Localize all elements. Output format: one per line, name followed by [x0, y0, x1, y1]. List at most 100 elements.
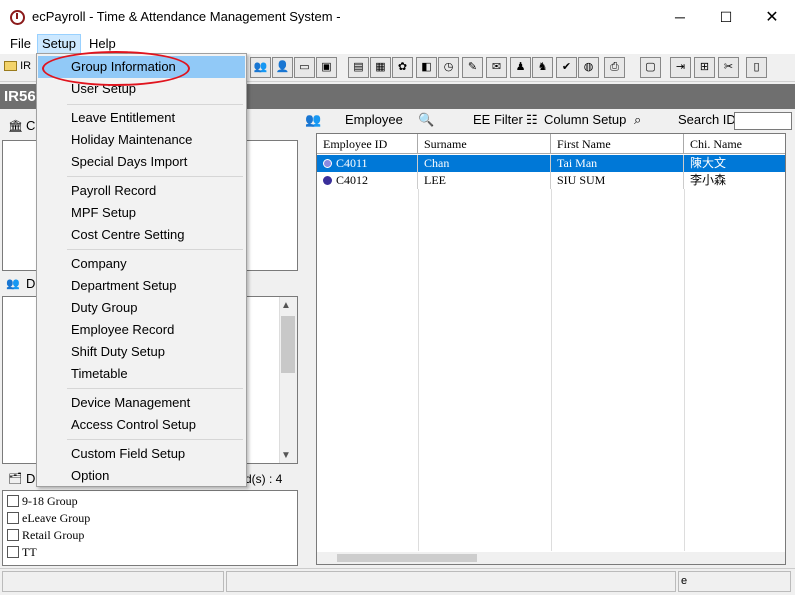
menu-item-custom-field-setup[interactable]: Custom Field Setup [38, 443, 245, 465]
calendar-icon[interactable]: ▦ [370, 57, 391, 78]
menu-item-timetable[interactable]: Timetable [38, 363, 245, 385]
column-divider [551, 189, 552, 551]
checkbox-icon [7, 546, 19, 558]
menu-separator [67, 104, 243, 105]
column-header[interactable]: Surname [418, 134, 551, 154]
tools-icon[interactable]: ✂ [718, 57, 739, 78]
menu-item-duty-group[interactable]: Duty Group [38, 297, 245, 319]
clock-icon[interactable]: ◷ [438, 57, 459, 78]
edit-icon[interactable]: ✎ [462, 57, 483, 78]
column-header[interactable]: First Name [551, 134, 684, 154]
group-list: 9-18 Group eLeave Group Retail Group TT [2, 490, 298, 566]
door-icon[interactable]: ◧ [416, 57, 437, 78]
menu-item-access-control-setup[interactable]: Access Control Setup [38, 414, 245, 436]
menu-item-employee-record[interactable]: Employee Record [38, 319, 245, 341]
menu-separator [67, 249, 243, 250]
grid-header: Employee ID Surname First Name Chi. Name [317, 134, 785, 154]
scroll-up-icon[interactable]: ▲ [281, 300, 291, 311]
band-title: IR56 [4, 88, 36, 105]
check-icon[interactable]: ✔ [556, 57, 577, 78]
menu-item-holiday-maintenance[interactable]: Holiday Maintenance [38, 129, 245, 151]
app-clock-icon [10, 10, 25, 25]
monitor-icon[interactable]: ▢ [640, 57, 661, 78]
table-row[interactable]: C4012 LEE SIU SUM 李小森 [317, 172, 785, 189]
menu-setup[interactable]: Setup [37, 34, 81, 54]
list-item[interactable]: 9-18 Group [7, 494, 78, 509]
menu-item-device-management[interactable]: Device Management [38, 392, 245, 414]
table-row[interactable]: C4011 Chan Tai Man 陳大文 [317, 155, 785, 172]
menu-item-special-days-import[interactable]: Special Days Import [38, 151, 245, 173]
mail-icon[interactable]: ✉ [486, 57, 507, 78]
filter-icon[interactable]: 🔍 [418, 112, 434, 128]
minimize-button[interactable]: ─ [657, 0, 703, 34]
bank-icon: 🏛 [8, 119, 24, 133]
maximize-button[interactable]: ☐ [703, 0, 749, 34]
globe-icon[interactable]: ◍ [578, 57, 599, 78]
menu-file[interactable]: File [6, 34, 35, 54]
duty-icon: 🗂 [8, 473, 22, 485]
person-icon[interactable]: 👤 [272, 57, 293, 78]
person-run-icon[interactable]: ♟ [510, 57, 531, 78]
checkbox-icon [7, 529, 19, 541]
column-header[interactable]: Chi. Name [684, 134, 785, 154]
menu-separator [67, 439, 243, 440]
checkbox-icon [7, 495, 19, 507]
ee-filter-button[interactable]: EE Filter [473, 112, 523, 127]
scroll-down-icon[interactable]: ▼ [281, 450, 291, 461]
company-panel-title: C [26, 118, 36, 133]
checkbox-icon [7, 512, 19, 524]
menu-item-cost-centre-setting[interactable]: Cost Centre Setting [38, 224, 245, 246]
toolbar-folder-label: IR [20, 60, 32, 72]
list-item[interactable]: Retail Group [7, 528, 84, 543]
toolbar-folder-button[interactable]: IR [4, 57, 34, 78]
gear-icon[interactable]: ✿ [392, 57, 413, 78]
binoculars-icon: ⌕ [634, 112, 642, 127]
print-icon[interactable]: ⎙ [604, 57, 625, 78]
status-pane [2, 571, 224, 592]
list-item[interactable]: eLeave Group [7, 511, 90, 526]
list-item[interactable]: TT [7, 545, 37, 560]
menu-item-department-setup[interactable]: Department Setup [38, 275, 245, 297]
group-panel-title: D [26, 471, 36, 486]
setup-menu: Group Information User Setup Leave Entit… [36, 53, 247, 487]
menu-item-company[interactable]: Company [38, 253, 245, 275]
run-icon[interactable]: ♞ [532, 57, 553, 78]
menu-item-leave-entitlement[interactable]: Leave Entitlement [38, 107, 245, 129]
group-icon[interactable]: 👥 [250, 57, 271, 78]
department-panel-title: D [26, 276, 36, 291]
tree-icon[interactable]: ⊞ [694, 57, 715, 78]
status-pane-right: e [678, 571, 791, 592]
column-divider [684, 189, 685, 551]
scrollbar-thumb[interactable] [337, 554, 477, 562]
employee-icon: 👥 [305, 112, 322, 127]
menu-item-payroll-record[interactable]: Payroll Record [38, 180, 245, 202]
scrollbar-thumb[interactable] [281, 316, 295, 373]
menu-separator [67, 176, 243, 177]
column-setup-button[interactable]: Column Setup [544, 112, 626, 127]
column-header[interactable]: Employee ID [317, 134, 418, 154]
record-bullet-icon [323, 159, 332, 168]
window-title: ecPayroll - Time & Attendance Management… [32, 9, 341, 24]
group-people-icon: 👥 [6, 278, 20, 290]
menu-item-mpf-setup[interactable]: MPF Setup [38, 202, 245, 224]
status-pane [226, 571, 676, 592]
column-divider [418, 189, 419, 551]
save-icon[interactable]: ▣ [316, 57, 337, 78]
doc-icon[interactable]: ▤ [348, 57, 369, 78]
employee-grid: Employee ID Surname First Name Chi. Name… [316, 133, 786, 565]
doc2-icon[interactable]: ▯ [746, 57, 767, 78]
folder-icon [4, 61, 17, 72]
search-id-input[interactable] [734, 112, 792, 130]
horizontal-scrollbar[interactable] [317, 552, 785, 564]
annotation-circle [42, 51, 190, 86]
menu-item-option[interactable]: Option [38, 465, 245, 487]
record-count: d(s) : 4 [245, 472, 283, 486]
close-button[interactable]: ✕ [749, 0, 795, 34]
menu-item-shift-duty-setup[interactable]: Shift Duty Setup [38, 341, 245, 363]
menu-separator [67, 388, 243, 389]
record-bullet-icon [323, 176, 332, 185]
column-setup-icon: ☷ [526, 112, 538, 127]
employee-panel-header: 👥 Employee 🔍 EE Filter ☷ Column Setup ⌕ … [300, 112, 795, 132]
folder-icon[interactable]: ▭ [294, 57, 315, 78]
export-icon[interactable]: ⇥ [670, 57, 691, 78]
